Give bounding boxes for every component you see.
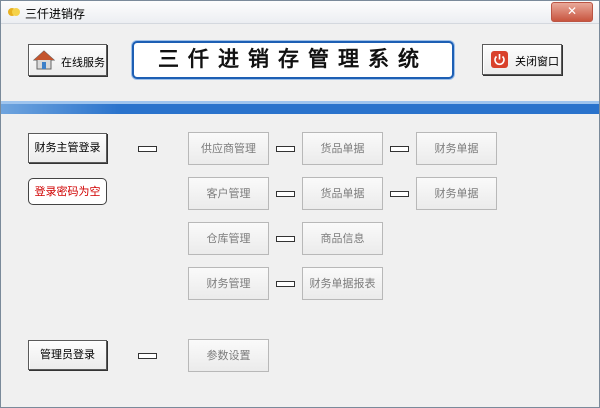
power-icon [491,51,508,68]
admin-login-button[interactable]: 管理员登录 [28,340,107,370]
home-icon [33,50,55,70]
finance-management-button[interactable]: 财务管理 [188,267,269,300]
admin-login-indicator [138,353,157,359]
customer-management-button[interactable]: 客户管理 [188,177,269,210]
close-window-label: 关闭窗口 [515,55,559,68]
product-info-button[interactable]: 商品信息 [302,222,383,255]
parameter-settings-button[interactable]: 参数设置 [188,339,269,372]
app-icon [8,8,20,16]
finance-login-indicator [138,146,157,152]
finance-doc-button-2[interactable]: 财务单据 [416,177,497,210]
goods-doc-button-2[interactable]: 货品单据 [302,177,383,210]
finance-login-button[interactable]: 财务主管登录 [28,133,107,163]
title-bar: 三仟进销存 ✕ [1,1,599,24]
warehouse-management-button[interactable]: 仓库管理 [188,222,269,255]
close-icon[interactable]: ✕ [551,2,593,22]
online-service-button[interactable]: 在线服务 [28,44,107,76]
password-hint: 登录密码为空 [28,178,107,205]
supplier-management-button[interactable]: 供应商管理 [188,132,269,165]
goods-doc-button-1[interactable]: 货品单据 [302,132,383,165]
row1-indicator-1 [276,146,295,152]
online-service-label: 在线服务 [61,56,105,69]
close-window-button[interactable]: 关闭窗口 [482,44,562,75]
row2-indicator-2 [390,191,409,197]
header-divider-highlight [1,101,599,104]
window-title: 三仟进销存 [25,7,86,21]
row1-indicator-2 [390,146,409,152]
main-window: 三仟进销存 ✕ 在线服务 三仟进销存管理系统 关闭窗口 财务主管登录 登录密码为… [0,0,600,408]
row2-indicator-1 [276,191,295,197]
finance-doc-button-1[interactable]: 财务单据 [416,132,497,165]
finance-report-button[interactable]: 财务单据报表 [302,267,383,300]
row4-indicator [276,281,295,287]
row3-indicator [276,236,295,242]
system-title: 三仟进销存管理系统 [132,41,454,79]
